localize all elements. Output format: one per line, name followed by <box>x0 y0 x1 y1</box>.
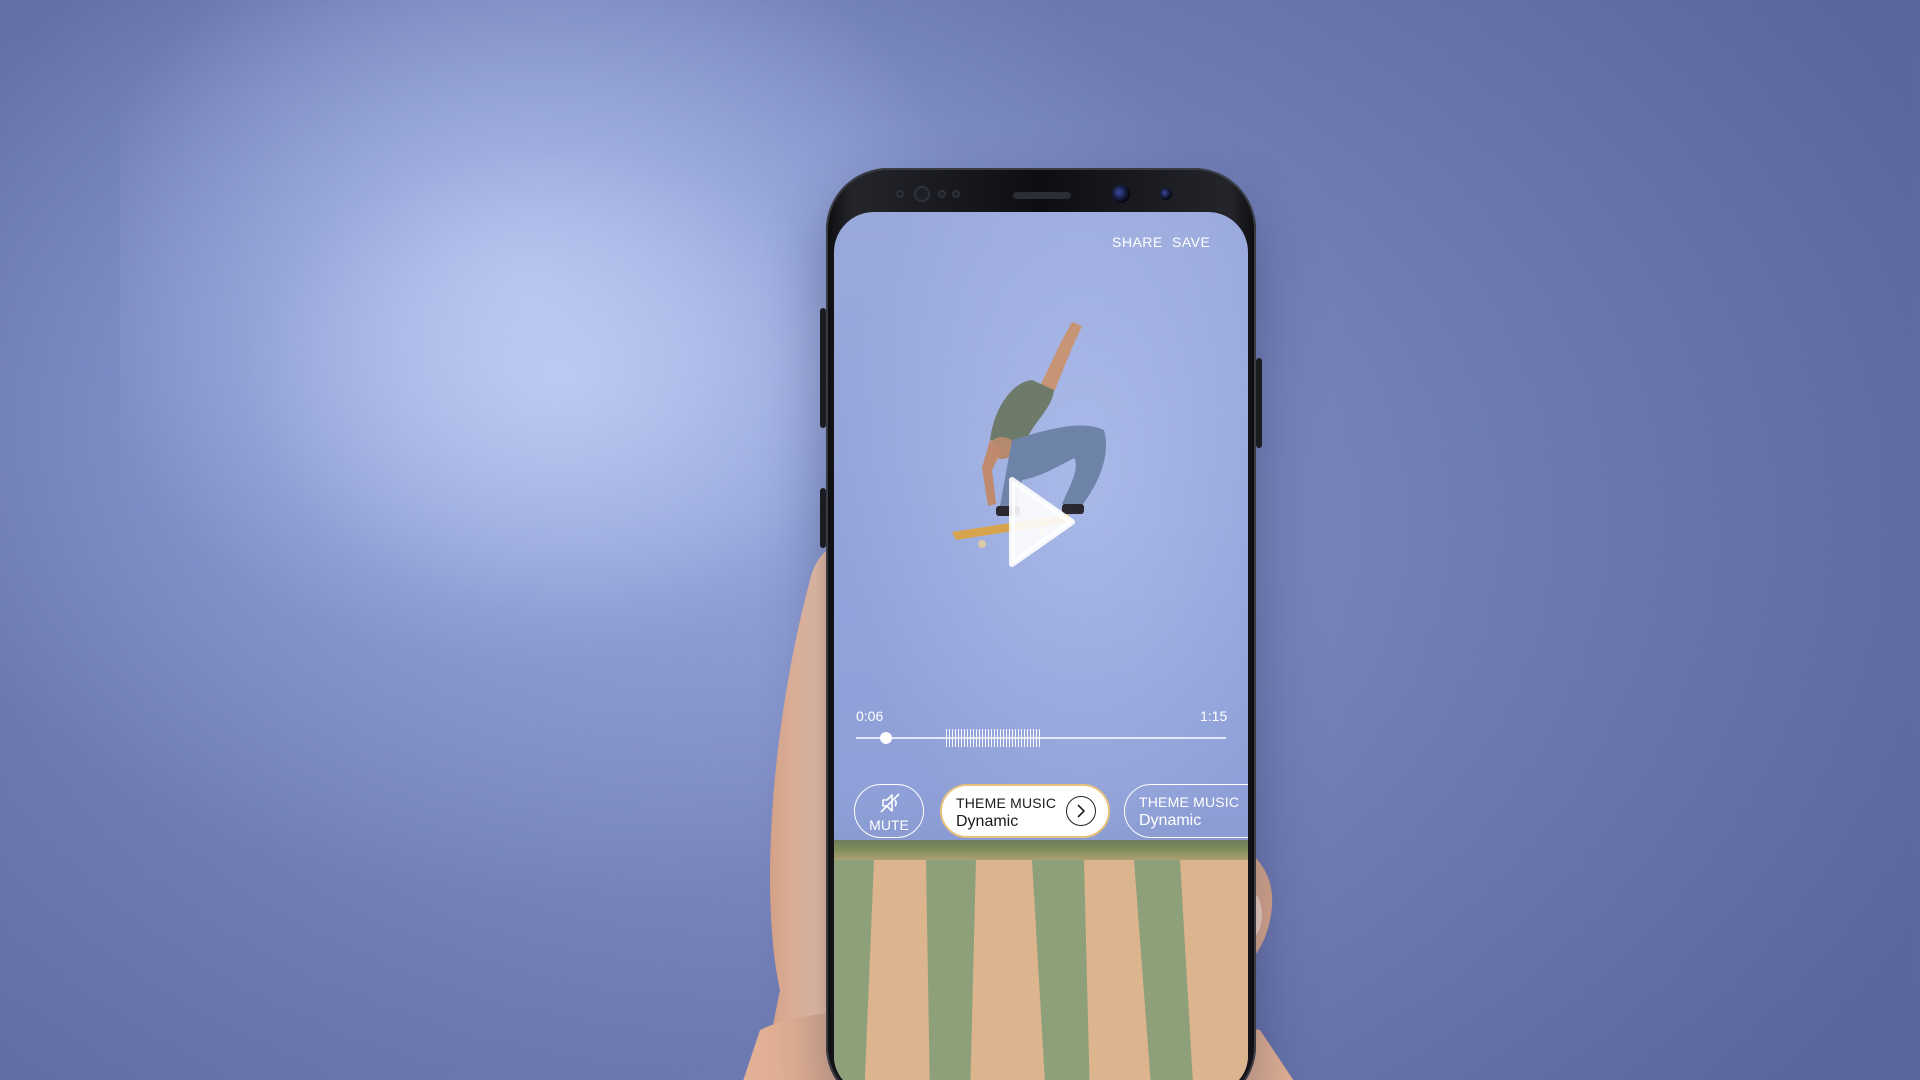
bixby-button <box>820 488 826 548</box>
light-sensor-icon <box>952 190 960 198</box>
iris-sensor-icon <box>914 186 930 202</box>
skate-ramp <box>834 860 1248 1080</box>
light-sensor-icon <box>938 190 946 198</box>
theme-subtitle: Dynamic <box>1139 812 1202 829</box>
video-editor-screen: SHARE SAVE 0:06 1:15 MUTE THEME MUSIC Dy… <box>834 212 1248 1080</box>
theme-title: THEME MUSIC <box>1139 794 1240 810</box>
mute-label: MUTE <box>869 817 909 833</box>
theme-music-option-selected[interactable]: THEME MUSIC Dynamic <box>940 784 1110 838</box>
speaker-muted-icon <box>880 793 900 813</box>
chevron-right-icon <box>1077 804 1086 818</box>
play-icon[interactable] <box>1000 474 1080 570</box>
theme-title: THEME MUSIC <box>956 795 1057 811</box>
proximity-sensor-icon <box>896 190 904 198</box>
phone-device: SHARE SAVE 0:06 1:15 MUTE THEME MUSIC Dy… <box>820 168 1262 1080</box>
theme-music-option[interactable]: THEME MUSIC Dynamic <box>1124 784 1248 838</box>
horizon <box>834 840 1248 862</box>
mute-button[interactable]: MUTE <box>854 784 924 838</box>
theme-subtitle: Dynamic <box>956 813 1019 830</box>
volume-button <box>820 308 826 428</box>
iris-camera-icon <box>1160 188 1172 200</box>
current-time: 0:06 <box>856 708 884 724</box>
earpiece <box>1013 192 1071 199</box>
front-camera-icon <box>1112 185 1130 203</box>
playback-scrubber-handle[interactable] <box>879 732 892 744</box>
next-theme-button[interactable] <box>1066 796 1096 826</box>
audio-waveform <box>946 729 1042 747</box>
save-button[interactable]: SAVE <box>1172 234 1210 250</box>
share-button[interactable]: SHARE <box>1112 234 1163 250</box>
total-time: 1:15 <box>1200 708 1228 724</box>
power-button <box>1256 358 1262 448</box>
